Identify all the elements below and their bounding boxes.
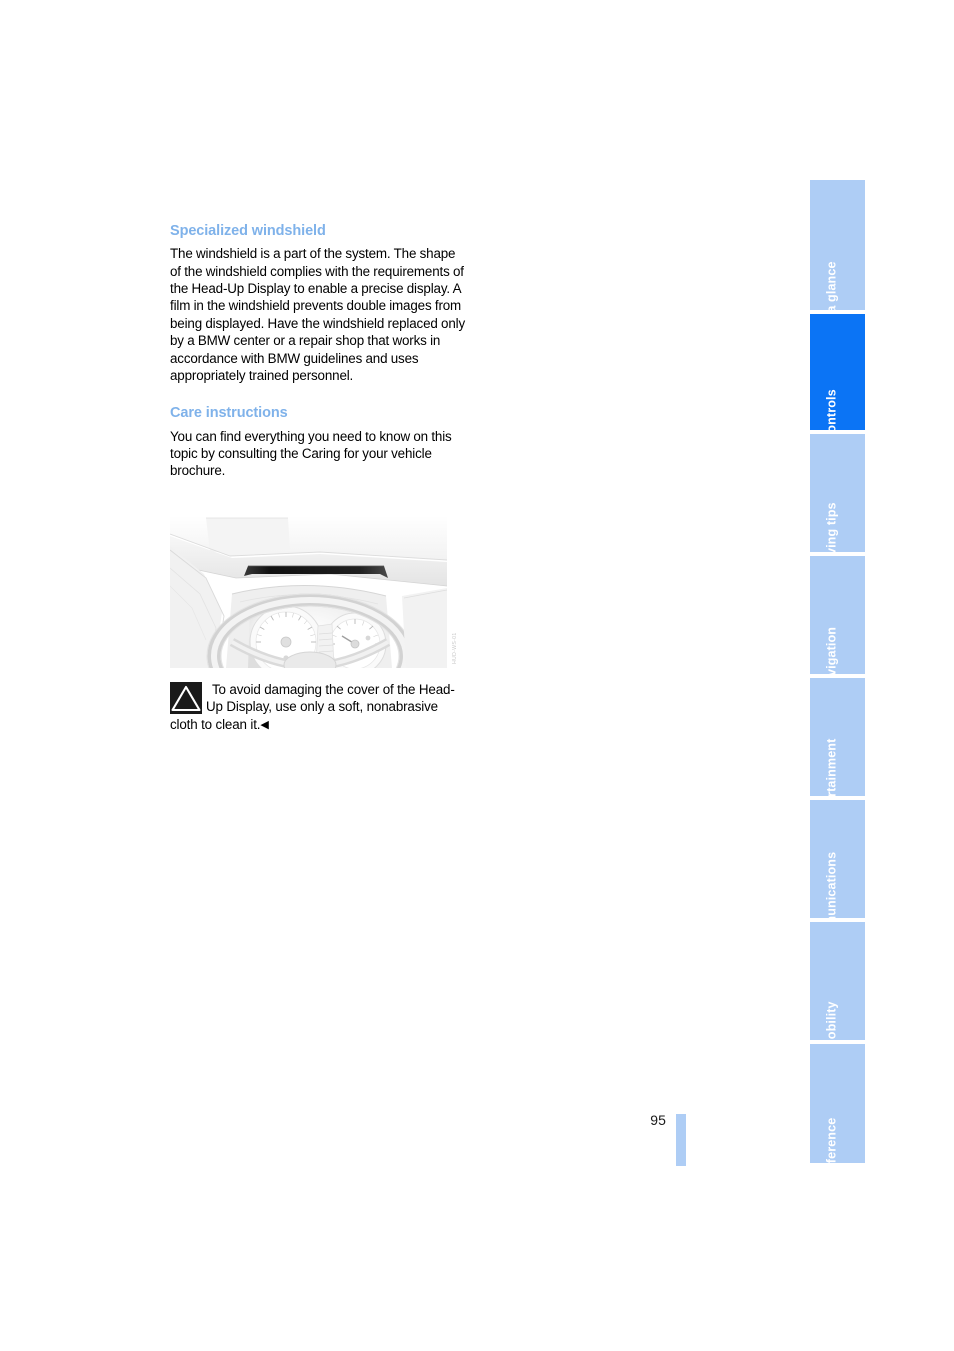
manual-page: Specialized windshield The windshield is…	[0, 0, 954, 1351]
page-number-bar	[676, 1114, 686, 1166]
chapter-tab-controls[interactable]: Controls	[810, 314, 865, 432]
warning-triangle-icon	[170, 682, 202, 714]
chapter-tab-driving-tips[interactable]: Driving tips	[810, 434, 865, 554]
chapter-tab-label: Entertainment	[823, 739, 838, 798]
chapter-tab-navigation[interactable]: Navigation	[810, 556, 865, 676]
section-body: You can find everything you need to know…	[170, 428, 452, 479]
page-number-group: 95	[642, 1108, 688, 1166]
chapter-tab-label: Communications	[823, 852, 838, 920]
illustration-block: HUD-WS-01	[170, 516, 462, 668]
warning-message: To avoid damaging the cover of the Head-…	[170, 682, 455, 732]
chapter-tab-reference[interactable]: Reference	[810, 1044, 865, 1163]
chapter-tab-label: Navigation	[823, 627, 838, 676]
figure-code-label: HUD-WS-01	[452, 632, 458, 664]
paragraph-end-marker: ◀	[260, 718, 269, 731]
chapter-tab-label: At a glance	[823, 261, 838, 312]
section-body: The windshield is a part of the system. …	[170, 246, 466, 383]
chapter-tab-mobility[interactable]: Mobility	[810, 922, 865, 1042]
section-heading: Specialized windshield	[170, 223, 326, 239]
chapter-tab-label: Reference	[823, 1118, 838, 1163]
section-care-instructions: Care instructions You can find everythin…	[170, 404, 465, 479]
page-number: 95	[650, 1112, 666, 1128]
chapter-tab-entertainment[interactable]: Entertainment	[810, 678, 865, 798]
chapter-tab-label: Driving tips	[823, 502, 838, 554]
chapter-tab-label: Mobility	[823, 1001, 838, 1042]
chapter-tab-rail: At a glance Controls Driving tips Navigatio…	[810, 180, 865, 1163]
chapter-tab-label: Controls	[823, 389, 838, 432]
warning-note: To avoid damaging the cover of the Head-…	[170, 681, 465, 733]
content-column: Specialized windshield The windshield is…	[170, 222, 465, 480]
dashboard-illustration	[170, 516, 447, 668]
chapter-tab-at-a-glance[interactable]: At a glance	[810, 180, 865, 312]
chapter-tab-communications[interactable]: Communications	[810, 800, 865, 920]
section-heading: Care instructions	[170, 405, 288, 422]
section-specialized-windshield: Specialized windshield The windshield is…	[170, 222, 465, 384]
warning-text: To avoid damaging the cover of the Head-…	[170, 681, 465, 733]
